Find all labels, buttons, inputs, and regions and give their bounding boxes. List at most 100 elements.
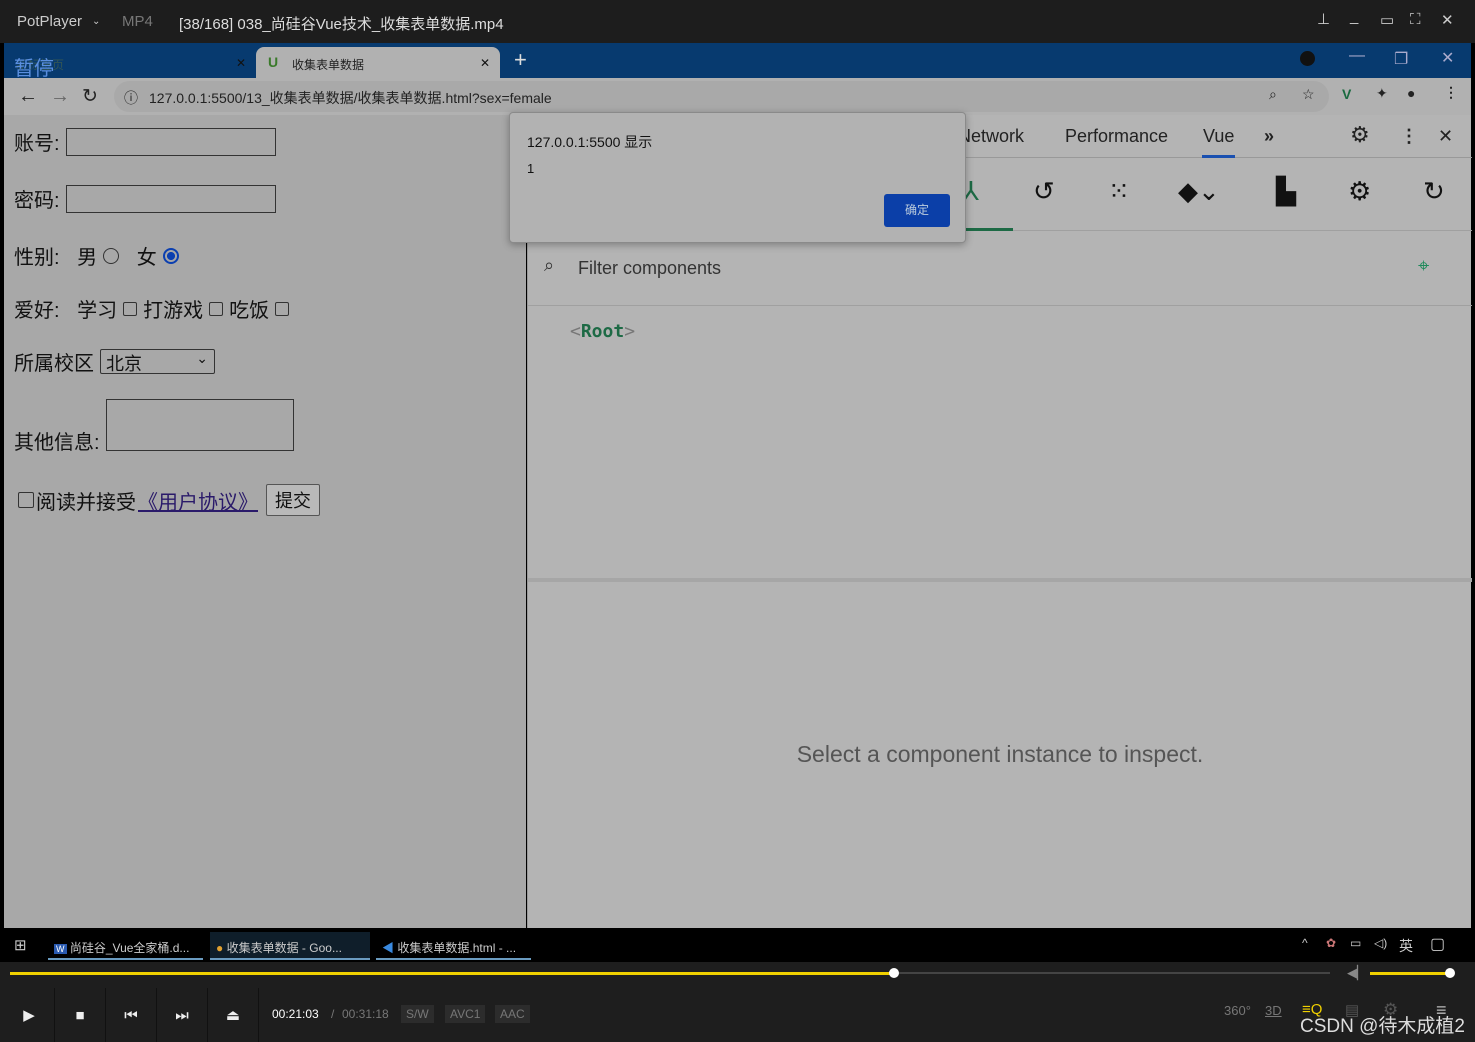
format-label: MP4 — [122, 13, 153, 30]
taskbar-label: 尚硅谷_Vue全家桶.d... — [69, 941, 190, 955]
close-icon[interactable]: ✕ — [480, 56, 490, 70]
tab-vue[interactable]: Vue — [1202, 126, 1236, 158]
tab-performance[interactable]: Performance — [1065, 126, 1168, 147]
agreement-link[interactable]: 《用户协议》 — [138, 486, 258, 515]
volume-icon[interactable]: ◀▏ — [1347, 965, 1367, 981]
player-titlebar: PotPlayer ⌄ MP4 [38/168] 038_尚硅谷Vue技术_收集… — [0, 0, 1475, 43]
campus-value: 北京 — [106, 354, 142, 374]
zoom-icon[interactable]: ⌕ — [1269, 86, 1277, 103]
dialog-title: 127.0.0.1:5500 显示 — [527, 134, 653, 150]
tray-app-icon[interactable]: ✿ — [1326, 936, 1336, 950]
tab-network[interactable]: Network — [958, 126, 1024, 147]
reload-icon[interactable]: ↻ — [82, 85, 98, 108]
minimize-icon[interactable]: _ — [1350, 8, 1358, 25]
record-icon[interactable] — [1300, 51, 1315, 66]
settings-icon[interactable]: ⚙ — [1350, 122, 1370, 148]
agree-text: 阅读并接受 — [36, 491, 136, 514]
agree-checkbox[interactable] — [18, 492, 34, 508]
hobby-checkbox[interactable] — [123, 301, 138, 316]
hobby-checkbox[interactable] — [275, 301, 290, 316]
battery-icon[interactable]: ▭ — [1350, 936, 1361, 950]
tab-label: 收集表单数据 — [292, 58, 365, 72]
stop-icon[interactable]: ■ — [55, 988, 106, 1042]
tab-active[interactable]: U 收集表单数据 ✕ — [256, 47, 500, 78]
submit-button[interactable]: 提交 — [266, 484, 320, 516]
more-tabs-icon[interactable]: » — [1264, 126, 1274, 147]
info-icon: ⓘ — [124, 90, 138, 106]
maximize-icon[interactable]: ▭ — [1380, 11, 1394, 29]
vue-settings-icon[interactable]: ⚙ — [1348, 176, 1371, 207]
performance-icon[interactable]: ▙ — [1276, 176, 1296, 207]
timeline-icon[interactable]: ↺ — [1033, 176, 1055, 207]
restore-icon[interactable]: ❐ — [1394, 49, 1408, 69]
pin-icon[interactable]: ⊥ — [1317, 10, 1330, 28]
female-radio[interactable] — [162, 247, 179, 264]
close-icon[interactable]: ✕ — [1441, 48, 1454, 68]
url-field[interactable]: ⓘ 127.0.0.1:5500/13_收集表单数据/收集表单数据.html?s… — [114, 81, 1329, 112]
taskbar-item-chrome[interactable]: ● 收集表单数据 - Goo... — [210, 932, 370, 960]
3d-icon[interactable]: 3D — [1265, 1003, 1282, 1018]
url-text: 127.0.0.1:5500/13_收集表单数据/收集表单数据.html?sex… — [149, 90, 552, 106]
plugins-icon[interactable]: ⁙ — [1108, 176, 1130, 207]
seek-handle[interactable] — [889, 968, 900, 978]
split-handle[interactable] — [528, 578, 1472, 582]
ime-indicator[interactable]: 英 — [1399, 936, 1413, 956]
components-icon[interactable]: ⅄ — [963, 176, 1013, 231]
seek-bar[interactable] — [10, 968, 1330, 978]
account-input[interactable] — [65, 127, 276, 156]
minimize-icon[interactable]: — — [1349, 47, 1365, 65]
close-icon[interactable]: ✕ — [1441, 11, 1454, 29]
vue-devtools-icon[interactable]: V — [1342, 86, 1351, 102]
campus-select[interactable]: 北京 ⌄ — [100, 349, 215, 374]
more-icon[interactable]: ⋮ — [1444, 84, 1458, 101]
video-codec-badge[interactable]: AVC1 — [445, 1005, 486, 1023]
password-label: 密码: — [14, 190, 60, 212]
volume-icon[interactable]: ◁) — [1374, 936, 1387, 950]
tag-bracket: > — [624, 321, 636, 342]
filter-input[interactable]: Filter components — [578, 258, 721, 279]
chevron-down-icon[interactable]: ⌄ — [92, 16, 100, 27]
select-component-icon[interactable]: ⌖ — [1418, 255, 1429, 278]
back-icon[interactable]: ← — [18, 85, 38, 108]
taskbar-item-vscode[interactable]: ◀ 收集表单数据.html - ... — [376, 932, 531, 960]
next-icon[interactable]: ⏭ — [157, 988, 208, 1042]
password-input[interactable] — [65, 184, 276, 213]
chrome-icon: ● — [216, 941, 224, 955]
previous-icon[interactable]: ⏮ — [106, 988, 157, 1042]
refresh-icon[interactable]: ↻ — [1423, 176, 1445, 207]
play-icon[interactable]: ▶ — [4, 988, 55, 1042]
word-icon: W — [54, 944, 67, 954]
ok-button[interactable]: 确定 — [884, 194, 950, 227]
taskbar-item-word[interactable]: W 尚硅谷_Vue全家桶.d... — [48, 932, 203, 960]
windows-icon[interactable]: ⊞ — [14, 936, 27, 954]
tree-root[interactable]: <Root> — [570, 321, 635, 342]
routes-icon[interactable]: ◆⌄ — [1178, 176, 1220, 207]
decoder-badge[interactable]: S/W — [401, 1005, 434, 1023]
volume-slider[interactable] — [1370, 968, 1455, 978]
hobby-checkbox[interactable] — [209, 301, 224, 316]
extensions-icon[interactable]: ✦ — [1376, 85, 1388, 102]
profile-icon[interactable]: ● — [1407, 85, 1415, 101]
watermark: CSDN @待木成植2 — [1300, 1016, 1465, 1037]
360-icon[interactable]: 360° — [1224, 1003, 1251, 1018]
player-menu[interactable]: PotPlayer — [17, 13, 82, 30]
eject-icon[interactable]: ⏏ — [208, 988, 259, 1042]
other-textarea[interactable] — [105, 399, 294, 451]
notifications-icon[interactable]: ▢ — [1430, 934, 1445, 954]
volume-handle[interactable] — [1445, 968, 1455, 978]
male-radio[interactable] — [103, 247, 120, 264]
star-icon[interactable]: ☆ — [1302, 86, 1315, 103]
chevron-up-icon[interactable]: ^ — [1302, 936, 1308, 950]
hobby-label: 爱好: — [14, 300, 60, 322]
forward-icon[interactable]: → — [50, 85, 70, 108]
taskbar-label: 收集表单数据 - Goo... — [226, 941, 342, 955]
new-tab-icon[interactable]: + — [514, 47, 527, 73]
windows-taskbar: ⊞ W 尚硅谷_Vue全家桶.d... ● 收集表单数据 - Goo... ◀ … — [0, 928, 1475, 962]
empty-message: Select a component instance to inspect. — [796, 741, 1204, 767]
fullscreen-icon[interactable]: ⛶ — [1410, 11, 1421, 28]
close-icon[interactable]: ✕ — [236, 56, 246, 70]
more-icon[interactable]: ⋮ — [1400, 126, 1418, 147]
audio-codec-badge[interactable]: AAC — [495, 1005, 530, 1023]
close-icon[interactable]: ✕ — [1438, 126, 1453, 147]
pause-overlay: 暂停 — [14, 58, 54, 80]
